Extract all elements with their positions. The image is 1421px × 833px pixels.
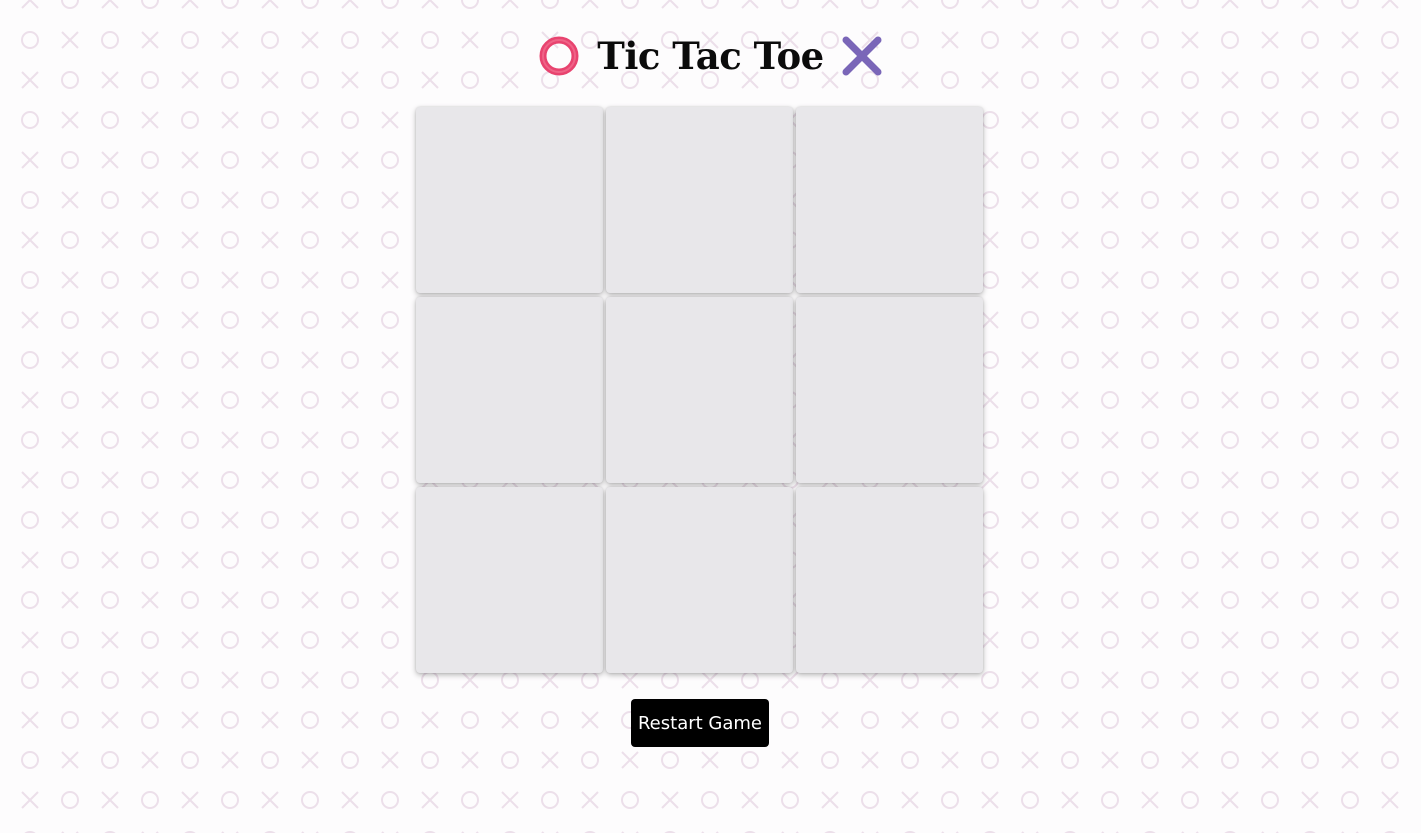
page-title: Tic Tac Toe: [597, 34, 824, 78]
restart-game-button[interactable]: Restart Game: [631, 699, 769, 747]
board-cell[interactable]: [416, 297, 603, 483]
board-cell[interactable]: [606, 487, 793, 673]
game-board: [416, 107, 984, 674]
board-cell[interactable]: [606, 107, 793, 293]
board-cell[interactable]: [416, 107, 603, 293]
board-cell[interactable]: [796, 487, 983, 673]
title-bar: Tic Tac Toe: [0, 28, 1421, 84]
board-cell[interactable]: [606, 297, 793, 483]
o-mark-icon: [537, 34, 581, 78]
board-cell[interactable]: [796, 297, 983, 483]
x-mark-icon: [840, 34, 884, 78]
board-cell[interactable]: [796, 107, 983, 293]
board-cell[interactable]: [416, 487, 603, 673]
